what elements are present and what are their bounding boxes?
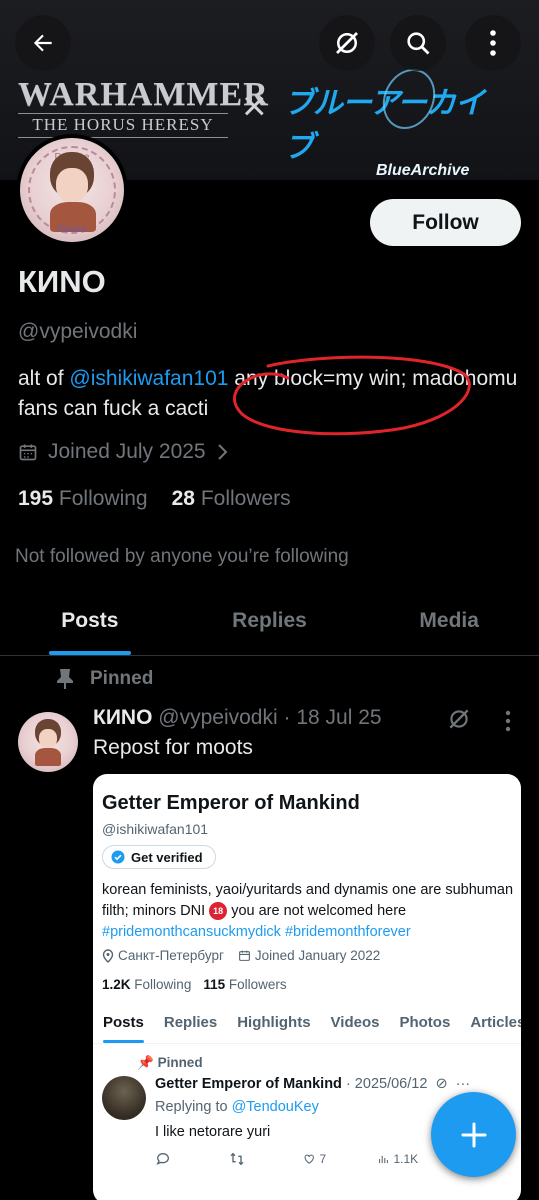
profile-avatar[interactable]: Dumme Venus — [16, 134, 128, 246]
post-grok-button[interactable] — [446, 706, 472, 737]
eighteen-plus-icon: 18 — [209, 902, 228, 921]
follow-button[interactable]: Follow — [370, 199, 521, 246]
post-header: КИNO @vypeivodki · 18 Jul 25 — [93, 706, 382, 729]
not-followed-notice: Not followed by anyone you’re following — [15, 546, 349, 567]
arrow-left-icon — [33, 34, 52, 52]
post-text: Repost for moots — [93, 736, 253, 759]
compose-post-button[interactable] — [431, 1092, 516, 1177]
avatar-text-top: Dumme — [54, 152, 90, 163]
embedded-bio: korean feminists, yaoi/yuritards and dyn… — [102, 882, 514, 940]
verified-icon — [111, 850, 125, 864]
followers-link[interactable]: 28 Followers — [172, 487, 291, 511]
horus-heresy-subtitle: THE HORUS HERESY — [18, 113, 228, 138]
search-button[interactable] — [390, 15, 446, 71]
joined-text: Joined July 2025 — [48, 440, 206, 463]
like-icon: 7 — [303, 1151, 377, 1167]
embedded-tab-articles: Articles — [470, 1014, 521, 1031]
embedded-post-header: Getter Emperor of Mankind · 2025/06/12 ⊘… — [155, 1076, 471, 1092]
post-author-handle[interactable]: @vypeivodki — [158, 706, 277, 729]
embedded-meta: Санкт-Петербург Joined January 2022 — [102, 948, 380, 963]
search-icon — [407, 32, 430, 55]
blue-archive-logo: ブルーアーカイブ BlueArchive — [284, 60, 504, 180]
embedded-pinned: 📌 Pinned — [137, 1055, 203, 1070]
embedded-name: Getter Emperor of Mankind — [102, 792, 360, 814]
followers-count: 28 — [171, 487, 195, 510]
embedded-handle: @ishikiwafan101 — [102, 821, 209, 837]
bio-mention-link[interactable]: @ishikiwafan101 — [69, 367, 228, 390]
post-more-button[interactable] — [504, 710, 512, 737]
avatar-text-bottom: Venus — [57, 224, 87, 235]
warhammer-title: WARHAMMER — [18, 76, 269, 113]
profile-name: КИNO — [18, 264, 106, 299]
embedded-tab-videos: Videos — [330, 1014, 380, 1031]
profile-bio: alt of @ishikiwafan101 any block=my win;… — [18, 364, 518, 424]
calendar-icon — [19, 444, 37, 461]
grok-icon — [336, 32, 358, 54]
retweet-icon — [229, 1151, 303, 1167]
embedded-stats: 1.2K Following 115 Followers — [102, 977, 287, 992]
grok-button[interactable] — [319, 15, 375, 71]
post-avatar[interactable] — [18, 712, 78, 772]
joined-date[interactable]: Joined July 2025 — [18, 440, 230, 464]
tab-replies[interactable]: Replies — [180, 594, 360, 655]
tab-posts[interactable]: Posts — [0, 594, 180, 655]
grok-icon — [449, 709, 469, 729]
reply-icon — [155, 1151, 229, 1167]
collab-cross: × — [242, 82, 267, 129]
embedded-post-text: I like netorare yuri — [155, 1124, 271, 1140]
embedded-tabs: Posts Replies Highlights Videos Photos A… — [93, 1008, 521, 1044]
more-vertical-icon — [490, 30, 496, 56]
embedded-tab-highlights: Highlights — [237, 1014, 311, 1031]
post-author-name[interactable]: КИNO — [93, 706, 152, 729]
embedded-tab-posts: Posts — [93, 1008, 154, 1043]
bio-text-start: alt of — [18, 367, 70, 390]
following-count: 195 — [18, 487, 54, 510]
more-vertical-icon — [505, 710, 511, 732]
embedded-tab-photos: Photos — [399, 1014, 451, 1031]
profile-tabs: Posts Replies Media — [0, 594, 539, 656]
profile-handle: @vypeivodki — [18, 320, 138, 343]
tab-media[interactable]: Media — [359, 594, 539, 655]
more-options-button[interactable] — [465, 15, 521, 71]
embedded-avatar — [102, 1076, 146, 1120]
following-link[interactable]: 195 Following — [18, 487, 148, 511]
chevron-right-icon — [217, 444, 228, 460]
follow-stats: 195 Following 28 Followers — [18, 487, 291, 511]
pinned-indicator: Pinned — [56, 668, 153, 690]
calendar-icon — [238, 950, 250, 961]
pin-icon — [57, 669, 73, 689]
embedded-tab-replies: Replies — [163, 1014, 218, 1031]
embedded-verify-badge: Get verified — [102, 845, 216, 869]
post-date[interactable]: 18 Jul 25 — [296, 706, 381, 729]
warhammer-logo: WARHAMMER THE HORUS HERESY — [18, 76, 269, 138]
plus-icon — [461, 1122, 486, 1147]
location-icon — [102, 948, 114, 963]
back-button[interactable] — [15, 15, 71, 71]
embedded-replying-to: Replying to @TendouKey — [155, 1099, 319, 1115]
blue-archive-subtitle: BlueArchive — [376, 162, 470, 179]
